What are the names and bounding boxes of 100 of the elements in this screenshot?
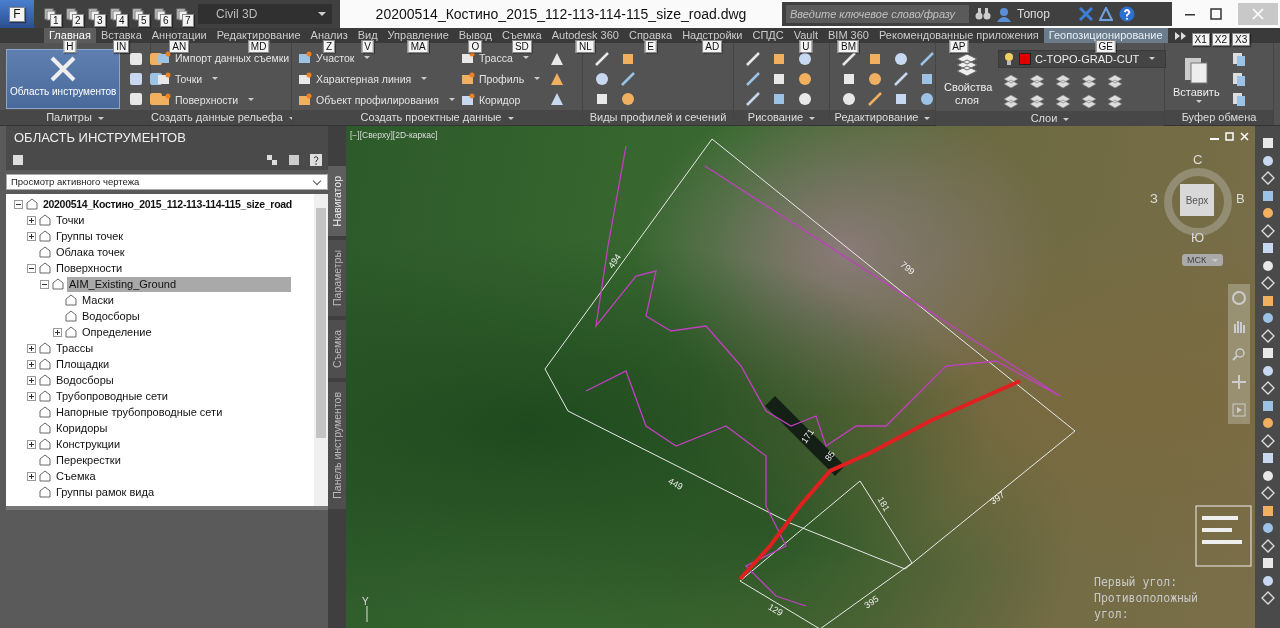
tool-icon[interactable] (1260, 486, 1275, 500)
clipboard-tool-icon[interactable] (1230, 70, 1247, 87)
expander-icon[interactable] (27, 343, 36, 353)
tool-icon[interactable] (745, 90, 761, 107)
compass-label[interactable]: Ю (1191, 230, 1205, 245)
expander-icon[interactable] (27, 231, 36, 241)
ribbon-tab[interactable]: Управление (382, 28, 454, 43)
ribbon-tab[interactable]: Редактирование (211, 28, 306, 43)
tool-icon[interactable] (1260, 521, 1275, 535)
tool-icon[interactable] (867, 70, 883, 87)
tree-item[interactable]: AIM_Existing_Ground (67, 276, 291, 292)
tree-item[interactable]: Точки (54, 212, 87, 228)
ribbon-command[interactable]: Характерная линия (298, 70, 455, 87)
tool-icon[interactable] (620, 70, 636, 87)
tool-icon[interactable] (1260, 153, 1275, 168)
ribbon-tab[interactable]: Вставка (95, 28, 147, 43)
ribbon-tab[interactable]: Аннотации (146, 28, 212, 43)
tool-icon[interactable] (1260, 416, 1275, 430)
tree-item[interactable]: Группы точек (54, 228, 126, 244)
panel-title[interactable]: Создать данные рельефа (151, 110, 291, 125)
tree-item[interactable]: Определение (80, 324, 154, 340)
user-name[interactable]: Топор (1017, 7, 1073, 21)
expander-icon[interactable] (27, 375, 36, 385)
tree-item[interactable]: Площадки (54, 356, 112, 372)
tool-icon[interactable] (12, 154, 24, 166)
tool-icon[interactable] (1260, 136, 1275, 150)
ribbon-tab[interactable]: Рекомендованные приложения (873, 28, 1044, 43)
ribbon-tab[interactable]: Справка (623, 28, 678, 43)
layer-tool-icon[interactable] (1107, 92, 1123, 109)
clipboard-tool-icon[interactable] (1230, 90, 1247, 107)
layer-tool-icon[interactable] (1055, 92, 1071, 109)
tool-icon[interactable] (893, 50, 909, 67)
tool-icon[interactable] (1260, 311, 1275, 325)
help-icon[interactable] (310, 154, 322, 166)
side-tab[interactable]: Панель инструментов (328, 382, 346, 510)
panel-title[interactable]: Виды профилей и сечений (583, 110, 733, 125)
tool-icon[interactable] (1260, 276, 1275, 290)
paste-button[interactable]: Вставить (1171, 50, 1222, 107)
tool-icon[interactable] (1260, 556, 1275, 570)
tree-item[interactable]: Перекрестки (54, 452, 123, 468)
tree-item[interactable]: Поверхности (54, 260, 125, 276)
ribbon-tab[interactable]: BIM 360 (823, 28, 874, 43)
tool-icon[interactable] (1260, 258, 1275, 273)
layer-tool-icon[interactable] (1003, 72, 1019, 89)
tool-icon[interactable] (1260, 328, 1275, 343)
tool-icon[interactable] (266, 154, 278, 166)
tool-icon[interactable] (1260, 398, 1275, 413)
tool-icon[interactable] (919, 90, 935, 107)
layer-tool-icon[interactable] (1029, 72, 1045, 89)
panel-title[interactable]: Слои (936, 111, 1164, 126)
tree-item[interactable]: Трубопроводные сети (54, 388, 170, 404)
tool-icon[interactable] (797, 70, 813, 87)
expander-icon[interactable] (40, 279, 49, 289)
application-menu-button[interactable]: F (0, 0, 34, 28)
tree-item[interactable]: 20200514_Костино_2015_112-113-114-115_size_road (41, 196, 294, 212)
tool-icon[interactable] (128, 90, 145, 107)
tree-item[interactable]: Конструкции (54, 436, 123, 452)
tool-icon[interactable] (841, 90, 857, 107)
tool-icon[interactable] (1260, 381, 1275, 395)
clipboard-tool-icon[interactable] (1230, 50, 1247, 67)
tree-item[interactable]: Группы рамок вида (54, 484, 157, 500)
panel-title[interactable]: Рисование (734, 110, 829, 125)
tool-icon[interactable] (1260, 538, 1275, 553)
tool-icon[interactable] (288, 154, 300, 166)
tool-icon[interactable] (1260, 363, 1275, 378)
ribbon-tab[interactable]: Съемка (497, 28, 547, 43)
expander-icon[interactable] (27, 263, 36, 273)
viewcube-face[interactable]: Верх (1180, 184, 1214, 216)
tool-icon[interactable] (1260, 346, 1275, 360)
exchange-icon[interactable] (1079, 7, 1093, 21)
layer-tool-icon[interactable] (1081, 72, 1097, 89)
tree-item[interactable]: Трассы (54, 340, 96, 356)
ribbon-command[interactable]: Точки (157, 70, 290, 87)
panel-title[interactable]: Редактирование (830, 110, 935, 125)
compass-label[interactable]: В (1236, 191, 1245, 206)
tool-icon[interactable] (1260, 188, 1275, 203)
layer-tool-icon[interactable] (1029, 92, 1045, 109)
tree-item[interactable]: Коридоры (54, 420, 110, 436)
search-field[interactable]: Введите ключевое слово/фразу (786, 5, 969, 23)
tool-icon[interactable] (797, 50, 813, 67)
ribbon-tab[interactable]: Анализ (305, 28, 353, 43)
expander-icon[interactable] (14, 199, 23, 209)
maximize-icon[interactable] (1210, 8, 1222, 20)
panel-title[interactable]: Создать проектные данные (292, 110, 582, 125)
tree-item[interactable]: Напорные трубопроводные сети (54, 404, 225, 420)
ribbon-command[interactable]: Коридор (460, 91, 541, 108)
tool-icon[interactable] (620, 90, 636, 107)
tool-icon[interactable] (919, 50, 935, 67)
close-icon[interactable] (1240, 132, 1249, 141)
tree-item[interactable]: Водосборы (54, 372, 116, 388)
side-tab[interactable]: Навигатор (328, 166, 346, 237)
ribbon-tab[interactable]: Вывод (453, 28, 497, 43)
tool-icon[interactable] (1260, 241, 1275, 255)
workspace-dropdown[interactable]: Civil 3D (198, 4, 332, 24)
tool-icon[interactable] (1260, 293, 1275, 308)
compass-label[interactable]: С (1193, 152, 1203, 167)
view-dropdown[interactable]: Просмотр активного чертежа (6, 174, 328, 190)
tool-icon[interactable] (1260, 451, 1275, 465)
tree-item[interactable]: Маски (80, 292, 116, 308)
panel-title[interactable]: Буфер обмена (1165, 110, 1273, 125)
